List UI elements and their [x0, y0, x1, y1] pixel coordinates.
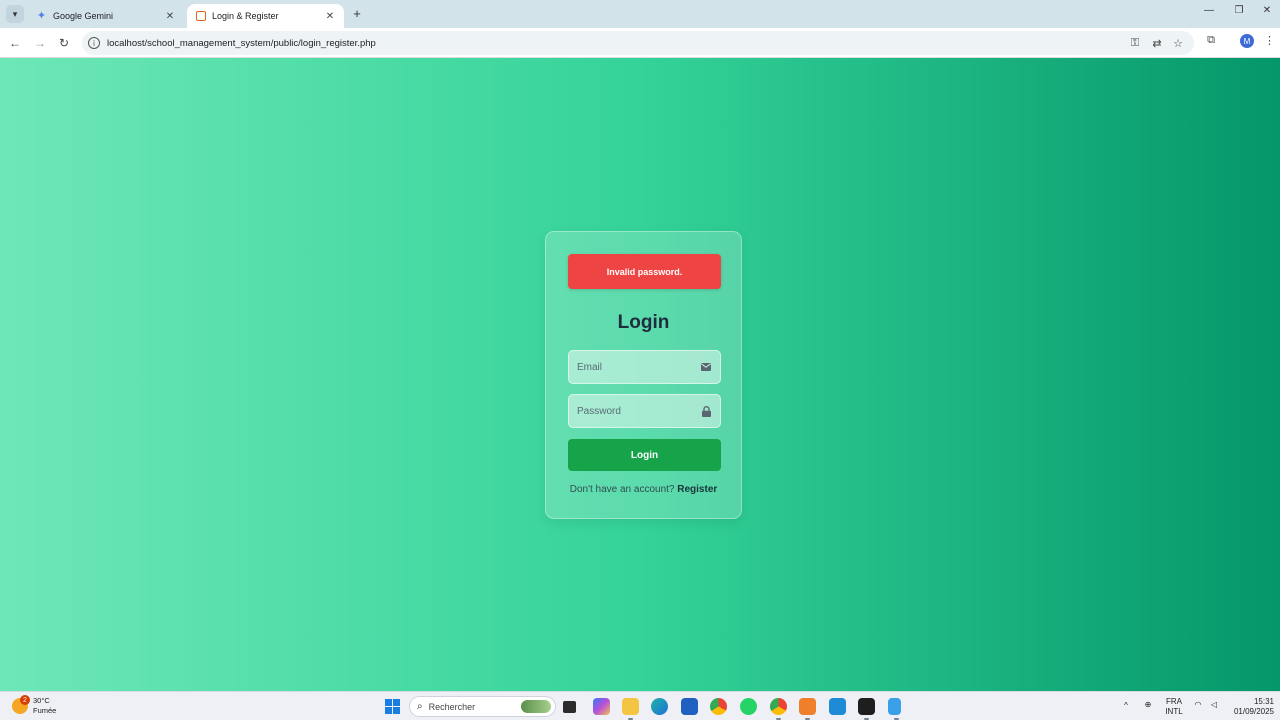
- profile-avatar[interactable]: M: [1240, 34, 1254, 48]
- menu-kebab-icon[interactable]: ⋮: [1264, 34, 1275, 47]
- search-placeholder: Rechercher: [428, 701, 476, 712]
- tab-login-register[interactable]: Login & Register ✕: [187, 4, 344, 28]
- browser-toolbar: ← → ↻ i localhost/school_management_syst…: [0, 28, 1280, 58]
- language-code: FRA: [1166, 697, 1182, 706]
- gemini-sparkle-icon: ✦: [36, 9, 47, 22]
- search-icon: ⌕: [417, 701, 423, 712]
- tab-search-button[interactable]: ▾: [6, 5, 24, 23]
- file-explorer-icon[interactable]: [622, 698, 639, 720]
- forward-arrow-icon[interactable]: →: [33, 35, 47, 51]
- lock-icon: [700, 405, 712, 417]
- chrome-profile-icon[interactable]: [770, 698, 787, 720]
- search-highlight-image: [521, 700, 551, 713]
- envelope-icon: [700, 363, 712, 371]
- error-alert: Invalid password.: [568, 254, 721, 289]
- tab-title: Google Gemini: [53, 11, 114, 21]
- login-card: Invalid password. Login Login Don't have…: [545, 231, 742, 519]
- address-bar[interactable]: i localhost/school_management_system/pub…: [82, 31, 1194, 55]
- tab-strip: ▾ ✦ Google Gemini ✕ Login & Register ✕ +…: [0, 0, 1280, 28]
- key-icon[interactable]: ⚿: [1128, 37, 1142, 50]
- reload-icon[interactable]: ↻: [57, 35, 71, 51]
- email-field[interactable]: [568, 350, 721, 384]
- weather-condition: Fumée: [33, 706, 57, 715]
- password-input[interactable]: [577, 405, 700, 417]
- back-arrow-icon[interactable]: ←: [8, 35, 22, 51]
- chrome-icon[interactable]: [710, 698, 727, 715]
- clock-time: 15:31: [1253, 697, 1274, 706]
- site-info-icon[interactable]: i: [88, 37, 100, 49]
- close-icon[interactable]: ✕: [324, 11, 336, 22]
- chevron-up-icon[interactable]: ^: [1121, 701, 1131, 711]
- start-button[interactable]: [385, 699, 400, 714]
- minimize-icon[interactable]: —: [1201, 5, 1217, 16]
- window-close-icon[interactable]: ✕: [1259, 5, 1275, 16]
- xampp-icon[interactable]: [799, 698, 816, 720]
- weather-sun-icon: 2: [12, 695, 30, 714]
- bookmark-star-icon[interactable]: ☆: [1171, 37, 1185, 50]
- register-prompt-text: Don't have an account?: [569, 484, 675, 495]
- restore-icon[interactable]: ❐: [1231, 5, 1247, 16]
- volume-icon[interactable]: ◁: [1208, 700, 1220, 710]
- login-button[interactable]: Login: [568, 439, 721, 471]
- windows-taskbar: 2 30°C Fumée ⌕ Rechercher ^ ⊕ FRA INTL ◠…: [0, 691, 1280, 720]
- profile-initial: M: [1243, 36, 1251, 46]
- url-text[interactable]: localhost/school_management_system/publi…: [107, 38, 376, 49]
- taskbar-search[interactable]: ⌕ Rechercher: [409, 696, 556, 717]
- edge-browser-icon[interactable]: [651, 698, 668, 715]
- notification-badge: 2: [20, 695, 30, 705]
- extensions-icon[interactable]: ⧉: [1204, 34, 1218, 47]
- register-prompt-line: Don't have an account? Register: [546, 484, 741, 495]
- site-favicon-icon: [195, 11, 206, 22]
- clock-date: 01/09/2025: [1233, 707, 1274, 716]
- weather-temperature: 30°C: [33, 696, 50, 705]
- register-link[interactable]: Register: [677, 484, 717, 495]
- keyboard-layout: INTL: [1165, 707, 1183, 716]
- tab-google-gemini[interactable]: ✦ Google Gemini ✕: [28, 4, 184, 28]
- clock[interactable]: 15:31 01/09/2025: [1226, 697, 1274, 717]
- whatsapp-icon[interactable]: [740, 698, 757, 715]
- tab-title: Login & Register: [212, 11, 279, 21]
- microsoft-store-icon[interactable]: [681, 698, 698, 715]
- translate-icon[interactable]: ⇄: [1150, 37, 1164, 50]
- language-indicator[interactable]: FRA INTL: [1163, 697, 1185, 717]
- terminal-icon[interactable]: [858, 698, 875, 720]
- wifi-icon[interactable]: ◠: [1192, 700, 1204, 710]
- task-view-icon[interactable]: [563, 701, 576, 713]
- login-page-background: Invalid password. Login Login Don't have…: [0, 58, 1280, 691]
- new-tab-button[interactable]: +: [350, 6, 364, 21]
- email-input[interactable]: [577, 361, 700, 373]
- close-icon[interactable]: ✕: [164, 11, 176, 22]
- copilot-icon[interactable]: [593, 698, 610, 715]
- chevron-down-icon: ▾: [12, 8, 18, 19]
- notepad-icon[interactable]: [888, 698, 901, 720]
- network-status-icon[interactable]: ⊕: [1142, 700, 1154, 710]
- weather-widget[interactable]: 2 30°C Fumée: [12, 695, 57, 716]
- password-field[interactable]: [568, 394, 721, 428]
- page-title: Login: [617, 312, 670, 333]
- vscode-icon[interactable]: [829, 698, 846, 715]
